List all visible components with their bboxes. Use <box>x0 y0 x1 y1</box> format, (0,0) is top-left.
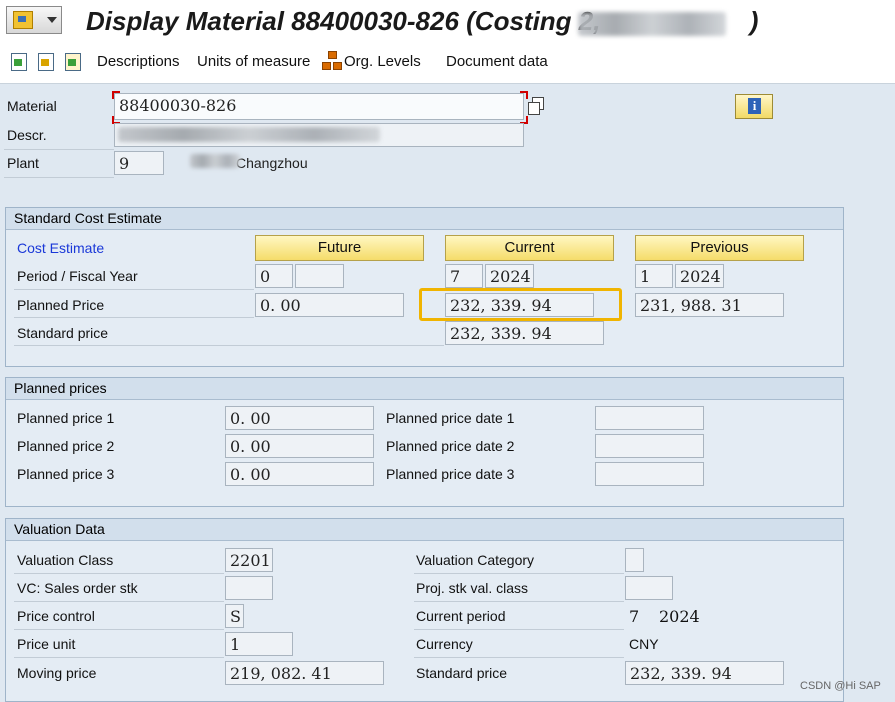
standard-price-label: Standard price <box>17 325 109 341</box>
redacted-plant-name <box>190 154 240 168</box>
page-title-suffix: ) <box>749 6 759 36</box>
redacted-description <box>118 127 380 142</box>
label-underline <box>14 573 224 574</box>
planned-price-date-2-label: Planned price date 2 <box>386 438 515 454</box>
price-control-label: Price control <box>17 608 95 624</box>
standard-price-label-valuation: Standard price <box>416 665 508 681</box>
label-underline <box>414 657 624 658</box>
label-underline <box>14 657 224 658</box>
watermark: CSDN @Hi SAP <box>800 680 881 692</box>
label-underline <box>14 601 224 602</box>
planned-price-3-field[interactable]: 0. 00 <box>225 462 374 486</box>
label-underline <box>14 345 444 346</box>
label-underline <box>414 629 624 630</box>
currency-value: CNY <box>629 636 659 652</box>
cost-estimate-link[interactable]: Cost Estimate <box>17 240 104 256</box>
previous-button[interactable]: Previous <box>635 235 804 261</box>
future-planned-price-field[interactable]: 0. 00 <box>255 293 404 317</box>
planned-price-date-1-label: Planned price date 1 <box>386 410 515 426</box>
previous-planned-price-field[interactable]: 231, 988. 31 <box>635 293 784 317</box>
label-underline <box>4 149 114 150</box>
planned-price-1-label: Planned price 1 <box>17 410 115 426</box>
planned-price-1-field[interactable]: 0. 00 <box>225 406 374 430</box>
required-marker <box>112 91 120 99</box>
future-period-field[interactable]: 0 <box>255 264 293 288</box>
vc-sales-order-label: VC: Sales order stk <box>17 580 138 596</box>
planned-price-date-2-field[interactable] <box>595 434 704 458</box>
current-period-year: 2024 <box>659 607 700 626</box>
future-button[interactable]: Future <box>255 235 424 261</box>
currency-label: Currency <box>416 636 473 652</box>
current-year-field[interactable]: 2024 <box>485 264 534 288</box>
label-underline <box>14 629 224 630</box>
required-marker <box>520 91 528 99</box>
descriptions-button[interactable]: Descriptions <box>97 53 180 70</box>
label-underline <box>14 289 254 290</box>
price-unit-label: Price unit <box>17 636 76 652</box>
planned-price-date-3-label: Planned price date 3 <box>386 466 515 482</box>
material-field[interactable]: 88400030-826 <box>114 93 524 120</box>
group-title: Planned prices <box>6 378 843 400</box>
change-document-icon[interactable] <box>38 53 54 71</box>
current-standard-price-field[interactable]: 232, 339. 94 <box>445 321 604 345</box>
valuation-category-field[interactable] <box>625 548 644 572</box>
moving-price-label: Moving price <box>17 665 97 681</box>
proj-stk-val-class-label: Proj. stk val. class <box>416 580 529 596</box>
previous-year-field[interactable]: 2024 <box>675 264 724 288</box>
label-underline <box>4 177 114 178</box>
plant-name-text: Changzhou <box>236 155 308 171</box>
info-icon: i <box>748 98 761 114</box>
planned-price-label: Planned Price <box>17 297 105 313</box>
vc-sales-order-field[interactable] <box>225 576 273 600</box>
planned-price-3-label: Planned price 3 <box>17 466 115 482</box>
document-data-button[interactable]: Document data <box>446 53 548 70</box>
current-period-month: 7 <box>629 607 640 626</box>
chevron-down-icon <box>47 17 57 23</box>
price-unit-field[interactable]: 1 <box>225 632 293 656</box>
org-levels-icon <box>322 51 342 71</box>
label-underline <box>414 573 624 574</box>
valuation-class-field[interactable]: 2201 <box>225 548 273 572</box>
info-button[interactable]: i <box>735 94 773 119</box>
label-underline <box>14 317 254 318</box>
app-menu-button[interactable] <box>6 6 62 34</box>
group-title: Standard Cost Estimate <box>6 208 843 230</box>
standard-price-field[interactable]: 232, 339. 94 <box>625 661 784 685</box>
period-fiscal-year-label: Period / Fiscal Year <box>17 268 138 284</box>
moving-price-field[interactable]: 219, 082. 41 <box>225 661 384 685</box>
transaction-icon <box>13 11 33 29</box>
valuation-category-label: Valuation Category <box>416 552 535 568</box>
page-title-text: Display Material 88400030-826 (Costing 2… <box>86 6 608 36</box>
plant-field[interactable]: 9 <box>114 151 164 175</box>
valuation-class-label: Valuation Class <box>17 552 114 568</box>
planned-price-2-field[interactable]: 0. 00 <box>225 434 374 458</box>
units-of-measure-button[interactable]: Units of measure <box>197 53 310 70</box>
org-levels-button[interactable]: Org. Levels <box>344 53 421 70</box>
create-document-icon[interactable] <box>11 53 27 71</box>
descr-label: Descr. <box>7 127 47 143</box>
current-period-label: Current period <box>416 608 506 624</box>
proj-stk-val-class-field[interactable] <box>625 576 673 600</box>
previous-period-field[interactable]: 1 <box>635 264 673 288</box>
material-label: Material <box>7 98 57 114</box>
price-control-field[interactable]: S <box>225 604 244 628</box>
highlight-box <box>419 288 622 321</box>
future-year-field[interactable] <box>295 264 344 288</box>
current-button[interactable]: Current <box>445 235 614 261</box>
redacted-area <box>578 12 726 36</box>
planned-price-2-label: Planned price 2 <box>17 438 115 454</box>
copy-document-icon[interactable] <box>65 53 81 71</box>
group-title: Valuation Data <box>6 519 843 541</box>
plant-label: Plant <box>7 155 39 171</box>
copy-icon[interactable] <box>528 97 544 115</box>
current-period-field[interactable]: 7 <box>445 264 483 288</box>
label-underline <box>414 601 624 602</box>
planned-price-date-3-field[interactable] <box>595 462 704 486</box>
planned-price-date-1-field[interactable] <box>595 406 704 430</box>
